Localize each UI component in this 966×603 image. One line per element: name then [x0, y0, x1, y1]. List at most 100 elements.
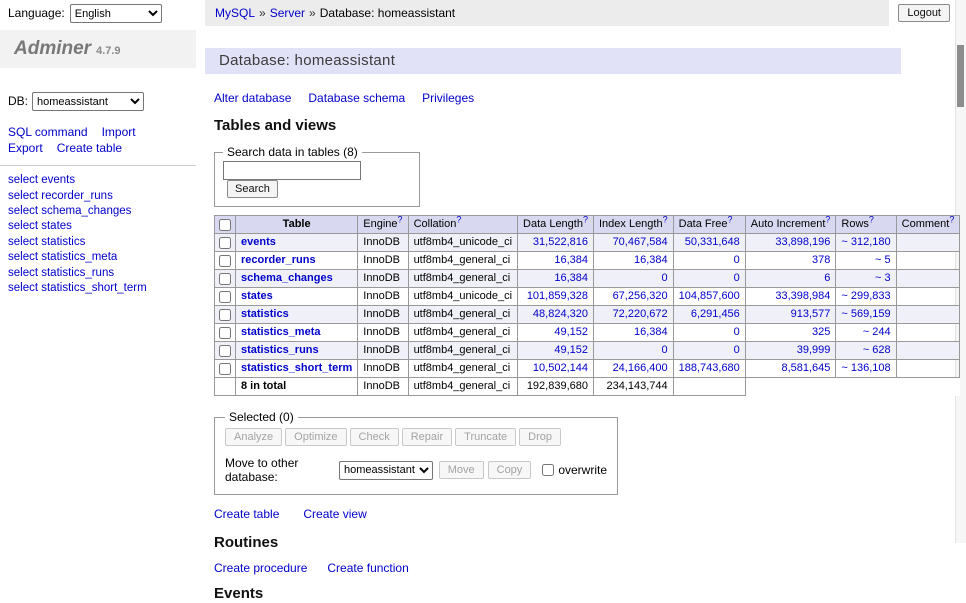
row-checkbox[interactable]	[219, 345, 231, 357]
auto-increment-link[interactable]: 378	[751, 254, 831, 267]
move-database-select[interactable]: homeassistant	[339, 461, 433, 480]
create-view-link[interactable]: Create view	[303, 507, 366, 521]
create-table-link[interactable]: Create table	[214, 507, 279, 521]
sidebar-item-select-statistics-short-term[interactable]: select statistics_short_term	[8, 281, 196, 296]
help-link-data-length[interactable]: ?	[583, 214, 588, 224]
rows-count-link[interactable]: ~ 5	[841, 254, 890, 267]
help-link-comment[interactable]: ?	[949, 214, 954, 224]
database-schema-link[interactable]: Database schema	[308, 91, 405, 105]
row-checkbox[interactable]	[219, 363, 231, 375]
help-link-collation[interactable]: ?	[456, 214, 461, 224]
row-checkbox[interactable]	[219, 255, 231, 267]
table-name-link[interactable]: statistics_runs	[241, 344, 319, 356]
index-length-link[interactable]: 16,384	[599, 326, 668, 339]
table-name-link[interactable]: statistics_short_term	[241, 362, 352, 374]
auto-increment-link[interactable]: 39,999	[751, 344, 831, 357]
logout-button[interactable]: Logout	[898, 4, 950, 22]
sidebar-item-select-statistics[interactable]: select statistics	[8, 235, 196, 250]
data-free-link[interactable]: 0	[679, 326, 740, 339]
sidebar-item-select-events[interactable]: select events	[8, 173, 196, 188]
auto-increment-link[interactable]: 913,577	[751, 308, 831, 321]
sidebar-link-export[interactable]: Export	[8, 141, 43, 155]
overwrite-checkbox[interactable]	[542, 464, 554, 476]
row-checkbox[interactable]	[219, 237, 231, 249]
row-checkbox[interactable]	[219, 327, 231, 339]
collation-cell: utf8mb4_general_ci	[408, 324, 517, 342]
help-link-rows[interactable]: ?	[869, 214, 874, 224]
breadcrumb-mysql-link[interactable]: MySQL	[215, 6, 255, 20]
selected-legend: Selected (0)	[225, 410, 298, 424]
data-free-link[interactable]: 188,743,680	[679, 362, 740, 375]
language-select[interactable]: English	[70, 4, 162, 23]
sidebar-link-import[interactable]: Import	[102, 125, 136, 139]
data-free-link[interactable]: 0	[679, 272, 740, 285]
data-length-link[interactable]: 49,152	[523, 344, 588, 357]
sidebar-link-create-table[interactable]: Create table	[57, 141, 122, 155]
index-length-link[interactable]: 24,166,400	[599, 362, 668, 375]
data-length-link[interactable]: 16,384	[523, 254, 588, 267]
sidebar-item-select-schema-changes[interactable]: select schema_changes	[8, 204, 196, 219]
data-free-link[interactable]: 0	[679, 344, 740, 357]
table-name-link[interactable]: events	[241, 236, 276, 248]
select-all-checkbox[interactable]	[219, 219, 231, 231]
help-link-auto-increment[interactable]: ?	[825, 214, 830, 224]
auto-increment-link[interactable]: 8,581,645	[751, 362, 831, 375]
data-length-link[interactable]: 16,384	[523, 272, 588, 285]
create-function-link[interactable]: Create function	[327, 561, 408, 575]
sidebar-item-select-statistics-meta[interactable]: select statistics_meta	[8, 250, 196, 265]
search-fieldset: Search data in tables (8) Search	[214, 145, 420, 207]
index-length-link[interactable]: 72,220,672	[599, 308, 668, 321]
index-length-link[interactable]: 16,384	[599, 254, 668, 267]
privileges-link[interactable]: Privileges	[422, 91, 474, 105]
collation-cell: utf8mb4_unicode_ci	[408, 288, 517, 306]
sidebar-item-select-recorder-runs[interactable]: select recorder_runs	[8, 189, 196, 204]
rows-count-link[interactable]: ~ 136,108	[841, 362, 890, 375]
row-checkbox[interactable]	[219, 309, 231, 321]
help-link-engine[interactable]: ?	[398, 214, 403, 224]
help-link-data-free[interactable]: ?	[728, 214, 733, 224]
search-button[interactable]: Search	[227, 180, 278, 198]
table-name-link[interactable]: schema_changes	[241, 272, 333, 284]
index-length-link[interactable]: 0	[599, 272, 668, 285]
row-checkbox[interactable]	[219, 273, 231, 285]
index-length-link[interactable]: 67,256,320	[599, 290, 668, 303]
alter-database-link[interactable]: Alter database	[214, 91, 291, 105]
row-checkbox[interactable]	[219, 291, 231, 303]
table-name-link[interactable]: states	[241, 290, 273, 302]
sidebar-item-select-states[interactable]: select states	[8, 219, 196, 234]
data-length-link[interactable]: 49,152	[523, 326, 588, 339]
sidebar-item-select-statistics-runs[interactable]: select statistics_runs	[8, 266, 196, 281]
table-name-link[interactable]: statistics_meta	[241, 326, 321, 338]
column-header-data-length: Data Length?	[518, 216, 594, 234]
db-select[interactable]: homeassistant	[32, 92, 144, 111]
index-length-link[interactable]: 70,467,584	[599, 236, 668, 249]
data-length-link[interactable]: 10,502,144	[523, 362, 588, 375]
create-procedure-link[interactable]: Create procedure	[214, 561, 307, 575]
auto-increment-link[interactable]: 6	[751, 272, 831, 285]
breadcrumb-current: Database: homeassistant	[320, 6, 455, 20]
scrollbar-thumb[interactable]	[957, 45, 964, 107]
data-free-link[interactable]: 6,291,456	[679, 308, 740, 321]
auto-increment-link[interactable]: 33,398,984	[751, 290, 831, 303]
rows-count-link[interactable]: ~ 312,180	[841, 236, 890, 249]
rows-count-link[interactable]: ~ 244	[841, 326, 890, 339]
data-length-link[interactable]: 48,824,320	[523, 308, 588, 321]
rows-count-link[interactable]: ~ 3	[841, 272, 890, 285]
data-free-link[interactable]: 104,857,600	[679, 290, 740, 303]
data-length-link[interactable]: 101,859,328	[523, 290, 588, 303]
rows-count-link[interactable]: ~ 628	[841, 344, 890, 357]
breadcrumb-server-link[interactable]: Server	[270, 6, 305, 20]
auto-increment-link[interactable]: 33,898,196	[751, 236, 831, 249]
rows-count-link[interactable]: ~ 299,833	[841, 290, 890, 303]
data-free-link[interactable]: 0	[679, 254, 740, 267]
table-name-link[interactable]: recorder_runs	[241, 254, 316, 266]
index-length-link[interactable]: 0	[599, 344, 668, 357]
data-free-link[interactable]: 50,331,648	[679, 236, 740, 249]
rows-count-link[interactable]: ~ 569,159	[841, 308, 890, 321]
sidebar-link-sql-command[interactable]: SQL command	[8, 125, 88, 139]
help-link-index-length[interactable]: ?	[663, 214, 668, 224]
data-length-link[interactable]: 31,522,816	[523, 236, 588, 249]
table-name-link[interactable]: statistics	[241, 308, 289, 320]
search-input[interactable]	[223, 161, 361, 180]
auto-increment-link[interactable]: 325	[751, 326, 831, 339]
